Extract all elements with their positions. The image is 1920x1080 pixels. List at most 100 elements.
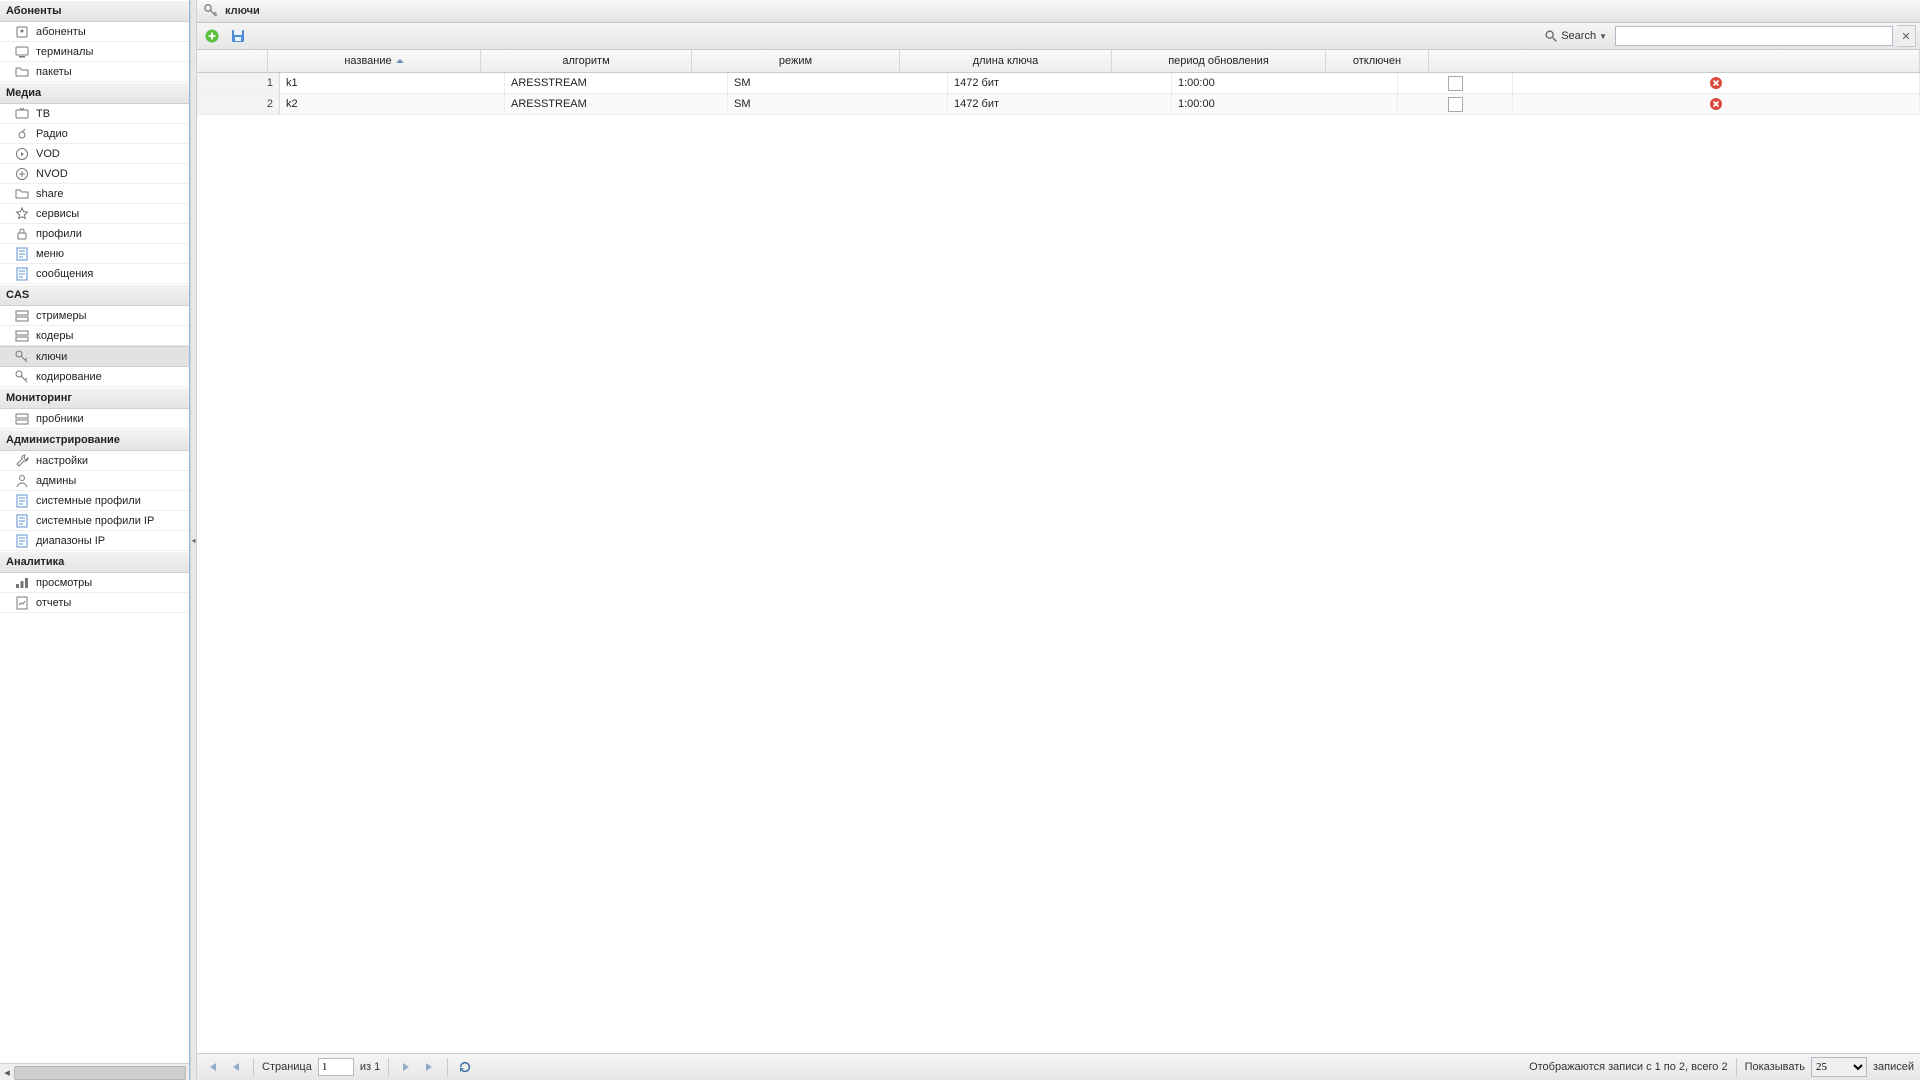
sidebar-item[interactable]: системные профили IP (0, 511, 189, 531)
sidebar-item[interactable]: Радио (0, 124, 189, 144)
sidebar-group-header[interactable]: Абоненты (0, 0, 189, 22)
page-size-select[interactable]: 25 (1811, 1057, 1867, 1077)
cell-actions (1513, 73, 1920, 93)
sidebar-item[interactable]: профили (0, 224, 189, 244)
sidebar-item[interactable]: просмотры (0, 573, 189, 593)
sidebar-item[interactable]: отчеты (0, 593, 189, 613)
sidebar-item[interactable]: настройки (0, 451, 189, 471)
col-update-period[interactable]: период обновления (1112, 50, 1326, 72)
page-next-button[interactable] (397, 1058, 415, 1076)
sidebar-tree: Абоненты абоненты терминалыпакетыМедиа ТВ Ра… (0, 0, 189, 1063)
delete-button[interactable] (1709, 97, 1723, 111)
server-icon (14, 308, 30, 324)
sidebar-item[interactable]: сообщения (0, 264, 189, 284)
col-algorithm[interactable]: алгоритм (481, 50, 692, 72)
search-group: Search ▼ ✕ (1540, 25, 1916, 47)
sidebar-item[interactable]: VOD (0, 144, 189, 164)
col-rownum[interactable] (197, 50, 268, 72)
nvod-icon (14, 166, 30, 182)
col-mode[interactable]: режим (692, 50, 900, 72)
search-input[interactable] (1615, 26, 1893, 46)
search-clear-button[interactable]: ✕ (1897, 25, 1916, 47)
sidebar-item-label: кодеры (36, 330, 73, 342)
cell-disabled (1398, 73, 1513, 93)
panel-header: ключи (197, 0, 1920, 23)
cell-update-period: 1:00:00 (1172, 94, 1398, 114)
sidebar-item[interactable]: кодирование (0, 367, 189, 387)
scroll-left-icon[interactable]: ◂ (0, 1065, 14, 1079)
sidebar-item[interactable]: стримеры (0, 306, 189, 326)
sidebar-item-label: системные профили (36, 495, 141, 507)
sidebar-group-header[interactable]: Администрирование (0, 429, 189, 451)
sidebar-item-label: ТВ (36, 108, 50, 120)
sidebar-group-header[interactable]: Мониторинг (0, 387, 189, 409)
sidebar-collapse-handle[interactable]: ◂ (190, 0, 197, 1080)
sidebar-item-label: сообщения (36, 268, 93, 280)
col-actions (1429, 50, 1920, 72)
refresh-button[interactable] (456, 1058, 474, 1076)
display-info: Отображаются записи с 1 по 2, всего 2 (1529, 1061, 1728, 1073)
server-icon (14, 328, 30, 344)
sidebar-group-header[interactable]: Медиа (0, 82, 189, 104)
sidebar-group-header[interactable]: CAS (0, 284, 189, 306)
sidebar-item[interactable]: ключи (0, 346, 189, 367)
form-icon (14, 493, 30, 509)
cell-keylength: 1472 бит (948, 73, 1172, 93)
sidebar-item-label: админы (36, 475, 76, 487)
col-disabled[interactable]: отключен (1326, 50, 1429, 72)
sidebar-item[interactable]: терминалы (0, 42, 189, 62)
sidebar-item-label: стримеры (36, 310, 87, 322)
star-icon (14, 206, 30, 222)
save-button[interactable] (227, 25, 249, 47)
disabled-checkbox[interactable] (1448, 97, 1463, 112)
sidebar-scrollbar[interactable]: ◂ ▸ (0, 1063, 189, 1080)
form-icon (14, 246, 30, 262)
user-icon (14, 24, 30, 40)
grid-header: название алгоритм режим длина ключа пери… (197, 50, 1920, 73)
disabled-checkbox[interactable] (1448, 76, 1463, 91)
delete-button[interactable] (1709, 76, 1723, 90)
add-button[interactable] (201, 25, 223, 47)
sidebar-item[interactable]: системные профили (0, 491, 189, 511)
sidebar-item[interactable]: пакеты (0, 62, 189, 82)
sidebar: Абоненты абоненты терминалыпакетыМедиа ТВ Ра… (0, 0, 190, 1080)
form-icon (14, 513, 30, 529)
lock-icon (14, 226, 30, 242)
col-keylength[interactable]: длина ключа (900, 50, 1112, 72)
sidebar-item[interactable]: NVOD (0, 164, 189, 184)
sidebar-item[interactable]: админы (0, 471, 189, 491)
key-icon (14, 369, 30, 385)
search-label: Search (1561, 30, 1596, 42)
cell-rownum: 2 (197, 94, 280, 114)
col-name[interactable]: название (268, 50, 481, 72)
scroll-thumb[interactable] (14, 1066, 186, 1080)
page-prev-button[interactable] (227, 1058, 245, 1076)
search-button[interactable]: Search ▼ (1540, 27, 1611, 45)
toolbar: Search ▼ ✕ (197, 23, 1920, 50)
sidebar-item[interactable]: share (0, 184, 189, 204)
sidebar-item-label: профили (36, 228, 82, 240)
sidebar-item[interactable]: диапазоны IP (0, 531, 189, 551)
sidebar-item[interactable]: абоненты (0, 22, 189, 42)
page-input[interactable] (318, 1058, 354, 1076)
cell-rownum: 1 (197, 73, 280, 93)
key-icon (14, 349, 30, 365)
search-icon (1544, 29, 1558, 43)
sidebar-item[interactable]: ТВ (0, 104, 189, 124)
sidebar-item[interactable]: сервисы (0, 204, 189, 224)
sidebar-item[interactable]: кодеры (0, 326, 189, 346)
sidebar-item-label: share (36, 188, 64, 200)
cell-algorithm: ARESSTREAM (505, 94, 728, 114)
sidebar-item[interactable]: меню (0, 244, 189, 264)
sidebar-item-label: абоненты (36, 26, 86, 38)
sidebar-item[interactable]: пробники (0, 409, 189, 429)
views-icon (14, 575, 30, 591)
table-row[interactable]: 2k2ARESSTREAMSM1472 бит1:00:00 (197, 94, 1920, 115)
sidebar-item-label: пробники (36, 413, 84, 425)
sidebar-group-header[interactable]: Аналитика (0, 551, 189, 573)
table-row[interactable]: 1k1ARESSTREAMSM1472 бит1:00:00 (197, 73, 1920, 94)
page-first-button[interactable] (203, 1058, 221, 1076)
page-last-button[interactable] (421, 1058, 439, 1076)
sidebar-item-label: кодирование (36, 371, 102, 383)
scroll-track[interactable] (14, 1065, 175, 1079)
